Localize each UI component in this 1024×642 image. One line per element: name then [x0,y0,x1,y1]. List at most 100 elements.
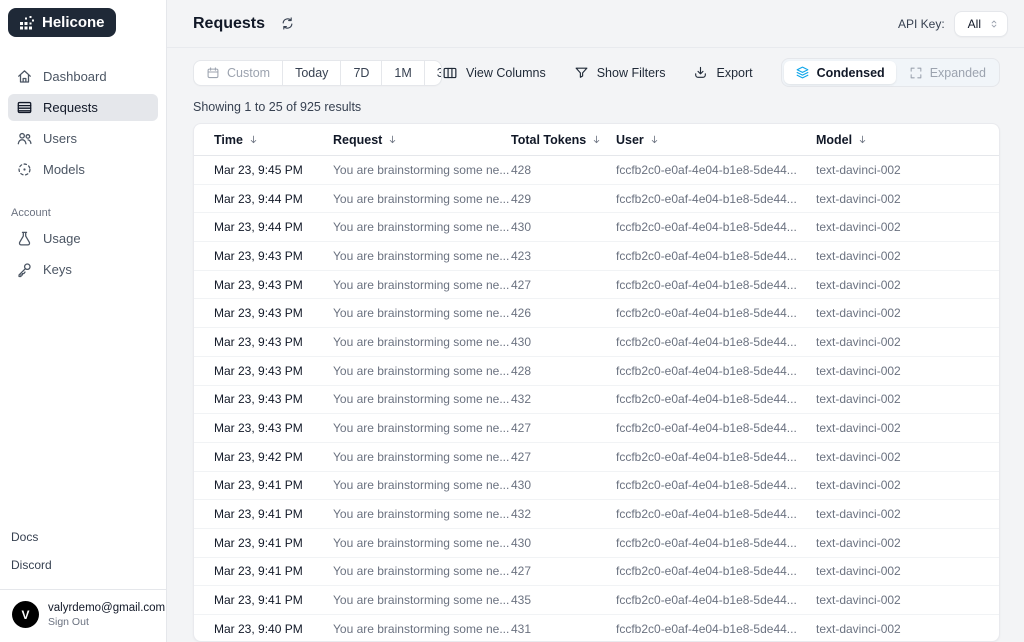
cell-request: You are brainstorming some ne... [333,192,511,206]
table-row[interactable]: Mar 23, 9:43 PM You are brainstorming so… [194,414,999,443]
sort-desc-icon [857,134,868,145]
table-row[interactable]: Mar 23, 9:43 PM You are brainstorming so… [194,357,999,386]
table-icon [16,99,33,116]
table-row[interactable]: Mar 23, 9:41 PM You are brainstorming so… [194,586,999,615]
sign-out-link[interactable]: Sign Out [48,616,165,628]
cell-request: You are brainstorming some ne... [333,536,511,550]
table-row[interactable]: Mar 23, 9:41 PM You are brainstorming so… [194,472,999,501]
filter-funnel-icon [574,65,589,80]
time-filter-7d[interactable]: 7D [341,61,382,85]
cell-time: Mar 23, 9:44 PM [214,192,333,206]
sidebar-item-keys[interactable]: Keys [8,256,158,283]
density-toggle: Condensed Expanded [781,58,1000,87]
sidebar-item-label: Models [43,162,85,177]
sidebar-item-label: Requests [43,100,98,115]
cell-time: Mar 23, 9:43 PM [214,335,333,349]
cell-request: You are brainstorming some ne... [333,478,511,492]
cell-model: text-davinci-002 [816,335,999,349]
cell-time: Mar 23, 9:41 PM [214,564,333,578]
show-filters-button[interactable]: Show Filters [574,65,666,80]
sort-desc-icon [387,134,398,145]
discord-link[interactable]: Discord [8,551,158,579]
api-key-select[interactable]: All [954,11,1008,37]
cell-request: You are brainstorming some ne... [333,564,511,578]
cell-time: Mar 23, 9:41 PM [214,593,333,607]
cell-user: fccfb2c0-e0af-4e04-b1e8-5de44... [616,163,816,177]
cell-total-tokens: 430 [511,335,616,349]
column-header-time[interactable]: Time [214,133,333,147]
table-row[interactable]: Mar 23, 9:43 PM You are brainstorming so… [194,299,999,328]
helicone-logo-icon [19,15,35,31]
time-filter-custom[interactable]: Custom [194,61,283,85]
cell-request: You are brainstorming some ne... [333,364,511,378]
column-header-total-tokens[interactable]: Total Tokens [511,133,616,147]
table-row[interactable]: Mar 23, 9:43 PM You are brainstorming so… [194,386,999,415]
sort-desc-icon [649,134,660,145]
export-button[interactable]: Export [693,65,752,80]
cell-model: text-davinci-002 [816,593,999,607]
expanded-toggle[interactable]: Expanded [898,62,997,84]
cell-model: text-davinci-002 [816,163,999,177]
sidebar-item-users[interactable]: Users [8,125,158,152]
table-row[interactable]: Mar 23, 9:43 PM You are brainstorming so… [194,328,999,357]
view-columns-button[interactable]: View Columns [442,65,546,81]
table-row[interactable]: Mar 23, 9:44 PM You are brainstorming so… [194,213,999,242]
table-row[interactable]: Mar 23, 9:41 PM You are brainstorming so… [194,558,999,587]
condensed-toggle[interactable]: Condensed [784,61,896,84]
table-row[interactable]: Mar 23, 9:41 PM You are brainstorming so… [194,529,999,558]
refresh-icon [280,16,295,31]
cell-total-tokens: 430 [511,220,616,234]
sidebar-item-dashboard[interactable]: Dashboard [8,63,158,90]
cell-request: You are brainstorming some ne... [333,507,511,521]
cell-user: fccfb2c0-e0af-4e04-b1e8-5de44... [616,392,816,406]
table-header-row: Time Request Total Tokens User Model [194,124,999,156]
cell-total-tokens: 432 [511,392,616,406]
refresh-button[interactable] [280,16,295,31]
helicone-logo[interactable]: Helicone [8,8,116,37]
sort-desc-icon [591,134,602,145]
column-header-user[interactable]: User [616,133,816,147]
cell-request: You are brainstorming some ne... [333,593,511,607]
layers-icon [795,65,810,80]
cell-total-tokens: 431 [511,622,616,636]
api-key-value: All [968,17,981,31]
cell-user: fccfb2c0-e0af-4e04-b1e8-5de44... [616,593,816,607]
sidebar-item-usage[interactable]: Usage [8,225,158,252]
cell-time: Mar 23, 9:44 PM [214,220,333,234]
cell-model: text-davinci-002 [816,392,999,406]
cell-request: You are brainstorming some ne... [333,450,511,464]
time-filter-3m[interactable]: 3M [425,61,442,85]
time-filter-today[interactable]: Today [283,61,341,85]
sidebar-item-label: Users [43,131,77,146]
chevron-up-down-icon [988,18,1000,30]
time-filter-group: Custom Today 7D 1M 3M All [193,60,442,86]
cell-time: Mar 23, 9:45 PM [214,163,333,177]
table-row[interactable]: Mar 23, 9:42 PM You are brainstorming so… [194,443,999,472]
user-email: valyrdemo@gmail.com [48,601,165,616]
cell-total-tokens: 427 [511,564,616,578]
table-row[interactable]: Mar 23, 9:43 PM You are brainstorming so… [194,242,999,271]
column-header-request[interactable]: Request [333,133,511,147]
table-row[interactable]: Mar 23, 9:45 PM You are brainstorming so… [194,156,999,185]
cell-model: text-davinci-002 [816,306,999,320]
cell-total-tokens: 426 [511,306,616,320]
table-row[interactable]: Mar 23, 9:44 PM You are brainstorming so… [194,185,999,214]
beaker-icon [16,230,33,247]
cell-total-tokens: 430 [511,536,616,550]
cell-time: Mar 23, 9:43 PM [214,306,333,320]
table-row[interactable]: Mar 23, 9:41 PM You are brainstorming so… [194,500,999,529]
sidebar-item-models[interactable]: Models [8,156,158,183]
home-icon [16,68,33,85]
time-filter-1m[interactable]: 1M [382,61,424,85]
table-row[interactable]: Mar 23, 9:43 PM You are brainstorming so… [194,271,999,300]
table-row[interactable]: Mar 23, 9:40 PM You are brainstorming so… [194,615,999,642]
cell-user: fccfb2c0-e0af-4e04-b1e8-5de44... [616,192,816,206]
docs-link[interactable]: Docs [8,523,158,551]
app-root: Helicone Dashboard Requests Users Models… [0,0,1024,642]
sidebar-item-label: Keys [43,262,72,277]
sidebar-item-requests[interactable]: Requests [8,94,158,121]
toolbar-actions: View Columns Show Filters Export Condens… [442,58,1000,87]
column-header-model[interactable]: Model [816,133,999,147]
cell-model: text-davinci-002 [816,536,999,550]
sidebar-item-label: Usage [43,231,81,246]
